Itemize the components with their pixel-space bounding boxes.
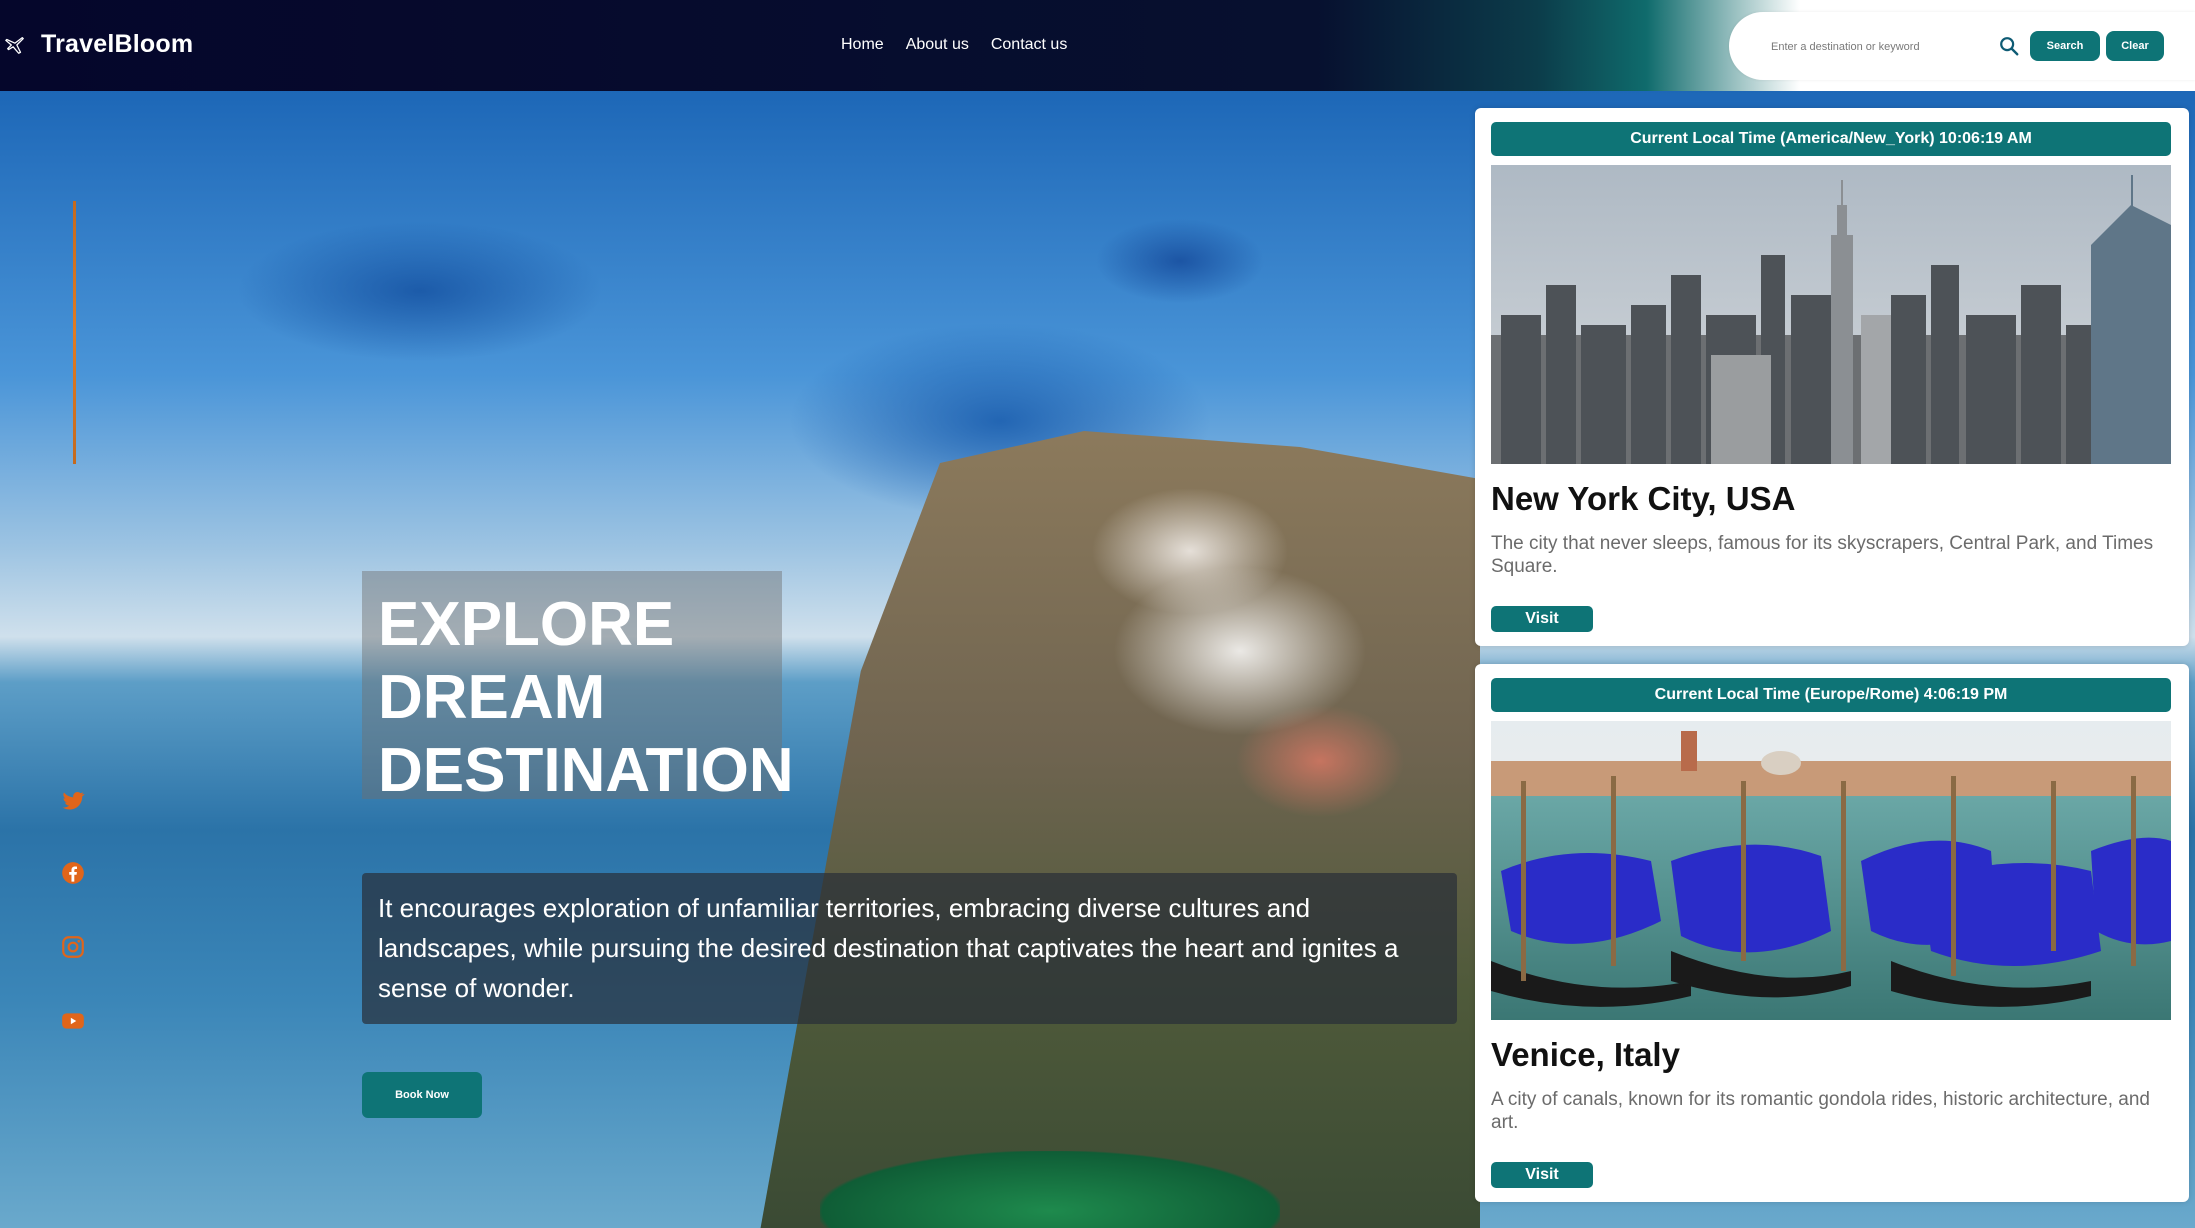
vertical-accent-line (73, 201, 76, 464)
book-now-button[interactable]: Book Now (362, 1072, 482, 1118)
nav-home-link[interactable]: Home (841, 36, 884, 54)
nav-contact-link[interactable]: Contact us (991, 36, 1067, 54)
venice-gondolas-image (1491, 721, 2171, 1020)
headline-line: DREAM (378, 663, 606, 732)
destination-image (1491, 721, 2171, 1020)
destination-name: New York City, USA (1491, 480, 1796, 517)
destination-description: The city that never sleeps, famous for i… (1491, 533, 2154, 577)
nav-about-link[interactable]: About us (906, 36, 969, 54)
destination-image (1491, 165, 2171, 464)
nav-links: Home About us Contact us (841, 36, 1067, 54)
destination-description: A city of canals, known for its romantic… (1491, 1089, 2150, 1133)
hero-cliff-scenery (760, 431, 1480, 1228)
clear-button[interactable]: Clear (2106, 31, 2164, 61)
search-input[interactable] (1769, 36, 1983, 58)
headline-line: DESTINATION (378, 736, 794, 805)
top-navbar: TravelBloom Home About us Contact us Sea… (0, 0, 2195, 91)
twitter-icon[interactable] (60, 788, 86, 814)
facebook-icon[interactable] (60, 860, 86, 886)
result-card: Current Local Time (Europe/Rome) 4:06:19… (1475, 664, 2189, 1202)
hero-pool-scenery (820, 1151, 1280, 1228)
search-button[interactable]: Search (2030, 31, 2100, 61)
local-time-badge: Current Local Time (America/New_York) 10… (1491, 122, 2171, 156)
destination-name: Venice, Italy (1491, 1036, 1680, 1073)
hero-headline: EXPLORE DREAM DESTINATION (378, 588, 818, 807)
search-bar: Search Clear (1729, 12, 2195, 80)
youtube-icon[interactable] (60, 1008, 86, 1034)
local-time-badge: Current Local Time (Europe/Rome) 4:06:19… (1491, 678, 2171, 712)
visit-button[interactable]: Visit (1491, 606, 1593, 632)
result-card: Current Local Time (America/New_York) 10… (1475, 108, 2189, 646)
headline-line: EXPLORE (378, 590, 675, 659)
search-icon[interactable] (1998, 35, 2020, 57)
brand-logo[interactable]: TravelBloom (41, 30, 193, 59)
city-skyline-image (1491, 165, 2171, 464)
instagram-icon[interactable] (60, 934, 86, 960)
visit-button[interactable]: Visit (1491, 1162, 1593, 1188)
hero-description: It encourages exploration of unfamiliar … (378, 893, 1399, 1003)
plane-icon (5, 37, 24, 54)
